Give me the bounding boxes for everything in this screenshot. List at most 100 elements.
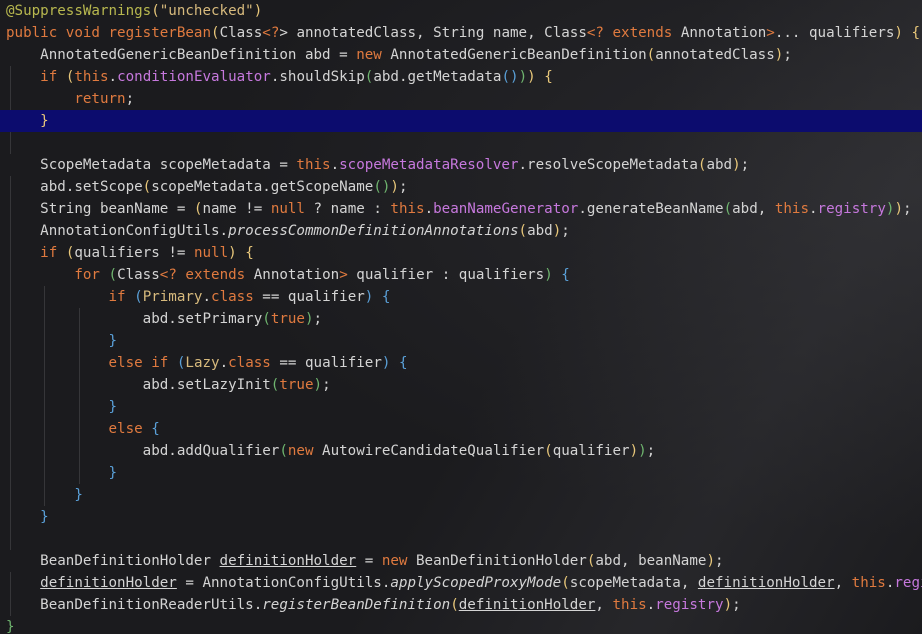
code-token: ,	[595, 597, 613, 613]
code-line[interactable]: }	[0, 462, 922, 484]
code-token: abd.setPrimary	[142, 311, 263, 327]
code-line[interactable]: ScopeMetadata scopeMetadata = this.scope…	[0, 154, 922, 176]
code-line[interactable]	[0, 528, 922, 550]
code-line[interactable]: AnnotatedGenericBeanDefinition abd = new…	[0, 44, 922, 66]
code-line[interactable]: }	[0, 110, 922, 132]
code-line[interactable]: if (this.conditionEvaluator.shouldSkip(a…	[0, 66, 922, 88]
code-line[interactable]: String beanName = (name != null ? name :…	[0, 198, 922, 220]
code-token: extends	[185, 267, 246, 283]
code-token: abd.getMetadata	[373, 69, 502, 85]
code-line[interactable]: public void registerBean(Class<?> annota…	[0, 22, 922, 44]
code-line[interactable]: else if (Lazy.class == qualifier) {	[0, 352, 922, 374]
code-line[interactable]	[0, 132, 922, 154]
code-line[interactable]: if (qualifiers != null) {	[0, 242, 922, 264]
code-token: = AnnotationConfigUtils.	[176, 575, 391, 591]
code-token: ()	[501, 69, 519, 85]
code-line[interactable]: }	[0, 506, 922, 528]
code-token: )	[706, 553, 715, 569]
code-token: (	[262, 311, 271, 327]
code-line[interactable]: abd.setPrimary(true);	[0, 308, 922, 330]
code-line[interactable]: return;	[0, 88, 922, 110]
code-token: )	[527, 69, 536, 85]
code-token: )	[629, 443, 639, 459]
code-token: {	[398, 355, 408, 371]
code-token: Primary	[142, 289, 203, 305]
code-token: .resolveScopeMetadata	[518, 157, 698, 173]
code-editor[interactable]: @SuppressWarnings("unchecked") public voi…	[0, 0, 922, 634]
code-token: Lazy	[185, 355, 220, 371]
code-line[interactable]: if (Primary.class == qualifier) {	[0, 286, 922, 308]
code-token: Class	[117, 267, 160, 283]
code-token: qualifier	[552, 443, 630, 459]
code-token: if	[108, 289, 126, 305]
code-token: )	[313, 377, 323, 393]
code-line[interactable]: }	[0, 484, 922, 506]
code-line[interactable]: }	[0, 616, 922, 634]
code-token: <?	[159, 267, 177, 283]
code-token: .	[202, 289, 212, 305]
code-line[interactable]: abd.setLazyInit(true);	[0, 374, 922, 396]
code-token: ;	[125, 91, 135, 107]
code-token: .generateBeanName	[578, 201, 724, 217]
code-token: true	[270, 311, 305, 327]
code-token: applyScopedProxyMode	[390, 575, 562, 591]
code-line[interactable]: definitionHolder = AnnotationConfigUtils…	[0, 572, 922, 594]
code-token: )	[723, 597, 733, 613]
code-token: abd.setScope	[40, 179, 143, 195]
code-token: abd	[706, 157, 733, 173]
code-token: .	[330, 157, 340, 173]
code-token: qualifier : qualifiers	[347, 267, 545, 283]
code-token: if	[40, 245, 58, 261]
code-token: abd.addQualifier	[142, 443, 280, 459]
code-token: else	[108, 421, 143, 437]
code-line[interactable]: }	[0, 330, 922, 352]
code-token: ... qualifiers	[774, 25, 895, 41]
code-token: class	[228, 355, 271, 371]
code-token: == qualifier	[270, 355, 382, 371]
code-token: registry	[655, 597, 724, 613]
code-token: else	[108, 355, 143, 371]
code-area[interactable]: @SuppressWarnings("unchecked") public voi…	[0, 0, 922, 634]
code-token: (	[450, 597, 459, 613]
code-token: .	[108, 69, 118, 85]
code-token: )	[544, 267, 553, 283]
code-token: if	[40, 69, 58, 85]
code-token: }	[40, 509, 49, 525]
code-token: definitionHolder	[219, 553, 357, 569]
code-line[interactable]: BeanDefinitionReaderUtils.registerBeanDe…	[0, 594, 922, 616]
code-token: scopeMetadata.getScopeName	[151, 179, 374, 195]
code-line[interactable]: AnnotationConfigUtils.processCommonDefin…	[0, 220, 922, 242]
code-token: (	[561, 575, 570, 591]
code-line[interactable]: BeanDefinitionHolder definitionHolder = …	[0, 550, 922, 572]
code-token: (	[211, 25, 220, 41]
code-line[interactable]: @SuppressWarnings("unchecked")	[0, 0, 922, 22]
code-token: AnnotationConfigUtils.	[40, 223, 229, 239]
code-line[interactable]: else {	[0, 418, 922, 440]
code-token: ;	[902, 201, 912, 217]
code-token: (	[518, 223, 528, 239]
code-token: (	[544, 443, 553, 459]
code-token: (	[142, 179, 152, 195]
code-token: )	[390, 179, 399, 195]
code-line[interactable]: abd.addQualifier(new AutowireCandidateQu…	[0, 440, 922, 462]
code-token: abd,	[732, 201, 775, 217]
code-line[interactable]: for (Class<? extends Annotation> qualifi…	[0, 264, 922, 286]
code-line[interactable]: }	[0, 396, 922, 418]
code-line[interactable]: abd.setScope(scopeMetadata.getScopeName(…	[0, 176, 922, 198]
